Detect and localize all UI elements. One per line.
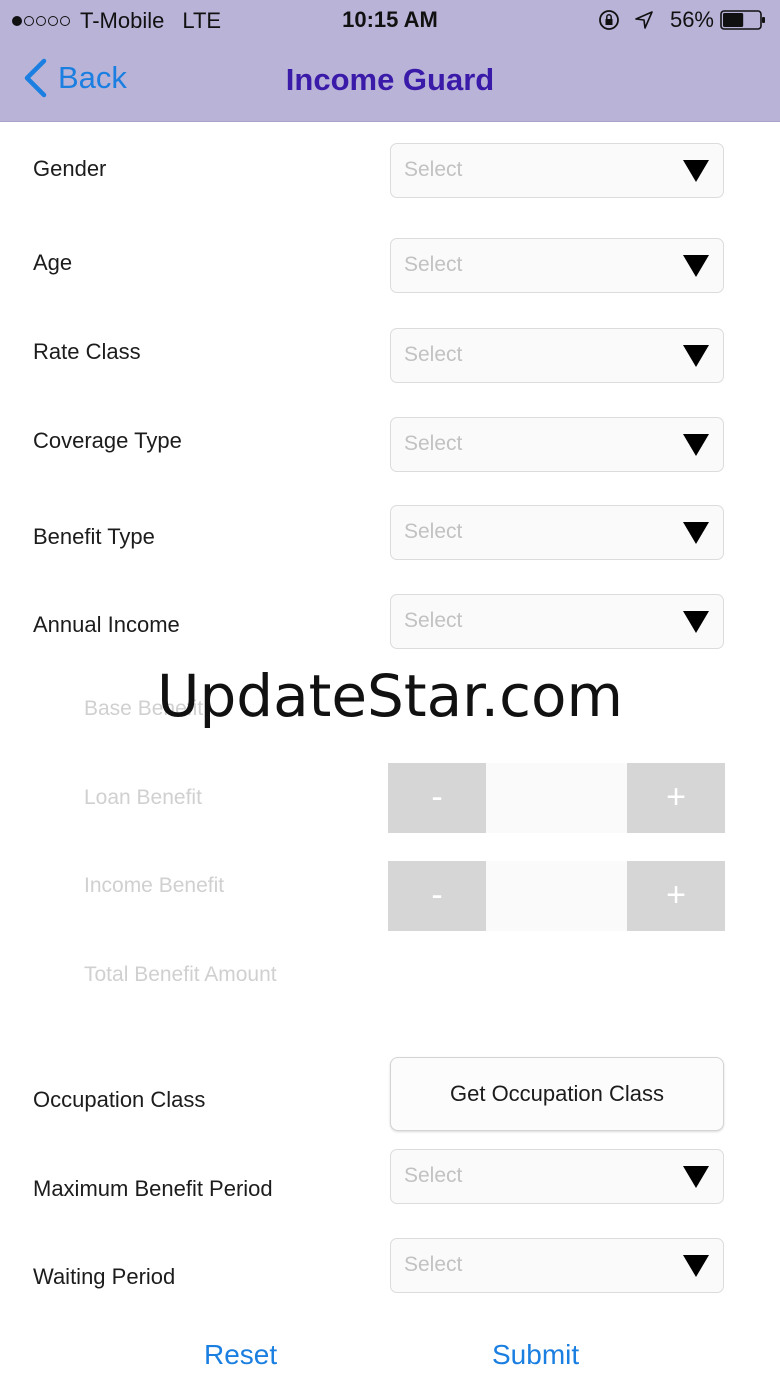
loan-benefit-minus-button[interactable]: - bbox=[388, 763, 486, 833]
gender-select[interactable]: Select bbox=[390, 143, 724, 198]
loan-benefit-value[interactable] bbox=[486, 763, 627, 833]
benefit-type-select[interactable]: Select bbox=[390, 505, 724, 560]
occupation-class-label: Occupation Class bbox=[33, 1087, 206, 1112]
income-benefit-minus-button[interactable]: - bbox=[388, 861, 486, 931]
dropdown-caret-icon bbox=[683, 345, 709, 367]
coverage-type-label: Coverage Type bbox=[33, 428, 182, 453]
max-benefit-period-label: Maximum Benefit Period bbox=[33, 1176, 273, 1201]
benefit-type-label: Benefit Type bbox=[33, 524, 155, 549]
location-arrow-icon bbox=[635, 11, 653, 29]
income-benefit-plus-button[interactable]: + bbox=[627, 861, 725, 931]
benefit-type-select-value: Select bbox=[404, 520, 463, 543]
waiting-period-select-value: Select bbox=[404, 1253, 463, 1276]
header: T-Mobile LTE 10:15 AM 56% Back Income Gu… bbox=[0, 0, 780, 122]
total-benefit-label: Total Benefit Amount bbox=[84, 963, 277, 986]
dropdown-caret-icon bbox=[683, 1255, 709, 1277]
income-benefit-label: Income Benefit bbox=[84, 874, 225, 897]
dropdown-caret-icon bbox=[683, 611, 709, 633]
gender-label: Gender bbox=[33, 156, 107, 181]
status-bar: T-Mobile LTE 10:15 AM 56% bbox=[0, 0, 780, 40]
lock-rotation-icon bbox=[599, 10, 619, 30]
battery-icon bbox=[720, 10, 765, 30]
battery-percent: 56% bbox=[669, 7, 714, 32]
get-occupation-class-button[interactable]: Get Occupation Class bbox=[390, 1057, 724, 1131]
rate-class-select-value: Select bbox=[404, 343, 463, 366]
age-select[interactable]: Select bbox=[390, 238, 724, 293]
waiting-period-label: Waiting Period bbox=[33, 1264, 176, 1289]
annual-income-select-value: Select bbox=[404, 609, 463, 632]
reset-button[interactable]: Reset bbox=[204, 1339, 277, 1371]
dropdown-caret-icon bbox=[683, 255, 709, 277]
loan-benefit-label: Loan Benefit bbox=[84, 786, 202, 809]
annual-income-select[interactable]: Select bbox=[390, 594, 724, 649]
coverage-type-select-value: Select bbox=[404, 432, 463, 455]
max-benefit-period-select-value: Select bbox=[404, 1164, 463, 1187]
dropdown-caret-icon bbox=[683, 522, 709, 544]
nav-bar: Back Income Guard bbox=[0, 40, 780, 121]
watermark: UpdateStar.com bbox=[157, 662, 623, 730]
coverage-type-select[interactable]: Select bbox=[390, 417, 724, 472]
age-label: Age bbox=[33, 250, 73, 275]
dropdown-caret-icon bbox=[683, 434, 709, 456]
income-benefit-stepper: - + bbox=[388, 861, 725, 931]
age-select-value: Select bbox=[404, 253, 463, 276]
rate-class-select[interactable]: Select bbox=[390, 328, 724, 383]
max-benefit-period-select[interactable]: Select bbox=[390, 1149, 724, 1204]
waiting-period-select[interactable]: Select bbox=[390, 1238, 724, 1293]
dropdown-caret-icon bbox=[683, 160, 709, 182]
gender-select-value: Select bbox=[404, 158, 463, 181]
annual-income-label: Annual Income bbox=[33, 612, 180, 637]
loan-benefit-plus-button[interactable]: + bbox=[627, 763, 725, 833]
submit-button[interactable]: Submit bbox=[492, 1339, 579, 1371]
income-benefit-value[interactable] bbox=[486, 861, 627, 931]
dropdown-caret-icon bbox=[683, 1166, 709, 1188]
rate-class-label: Rate Class bbox=[33, 339, 141, 364]
page-title: Income Guard bbox=[285, 62, 495, 97]
status-right: 56% bbox=[598, 7, 766, 33]
loan-benefit-stepper: - + bbox=[388, 763, 725, 833]
